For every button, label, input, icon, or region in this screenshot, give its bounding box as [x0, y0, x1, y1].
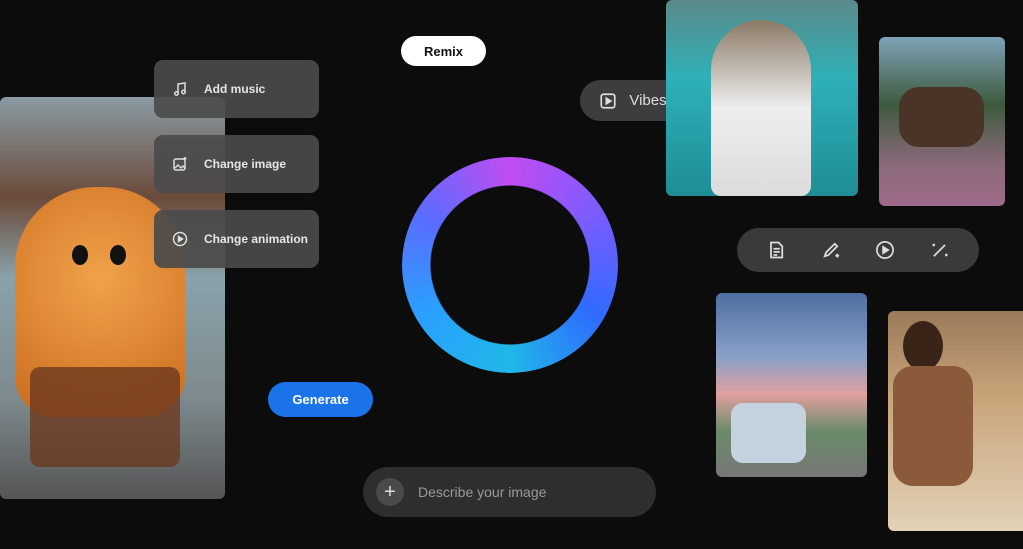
play-circle-icon [172, 231, 188, 247]
magic-wand-icon[interactable] [930, 240, 950, 260]
add-button[interactable]: + [376, 478, 404, 506]
plus-icon: + [384, 480, 396, 503]
add-music-label: Add music [204, 82, 266, 96]
soccer-player-image [888, 311, 1023, 531]
change-animation-button[interactable]: Change animation [154, 210, 319, 268]
image-sparkle-icon [173, 157, 187, 171]
generate-button[interactable]: Generate [268, 382, 373, 417]
change-image-button[interactable]: Change image [154, 135, 319, 193]
prompt-placeholder: Describe your image [418, 484, 547, 500]
play-circle-icon[interactable] [875, 240, 895, 260]
document-icon[interactable] [766, 240, 786, 260]
remix-label: Remix [423, 43, 464, 59]
generate-label: Generate [292, 392, 349, 407]
remix-button[interactable]: Remix [401, 36, 486, 66]
cat-pool-image [666, 0, 858, 196]
edit-toolbar [737, 228, 979, 272]
prompt-bar[interactable]: + Describe your image [363, 467, 656, 517]
loading-ring [402, 157, 618, 373]
moose-image [879, 37, 1005, 206]
play-square-icon [600, 92, 616, 109]
music-note-icon [173, 82, 187, 97]
van-landscape-image [716, 293, 867, 477]
pencil-sparkle-icon[interactable] [821, 240, 841, 260]
change-image-label: Change image [204, 157, 287, 171]
add-music-button[interactable]: Add music [154, 60, 319, 118]
change-animation-label: Change animation [204, 232, 309, 246]
vibes-label: Vibes [629, 92, 667, 109]
